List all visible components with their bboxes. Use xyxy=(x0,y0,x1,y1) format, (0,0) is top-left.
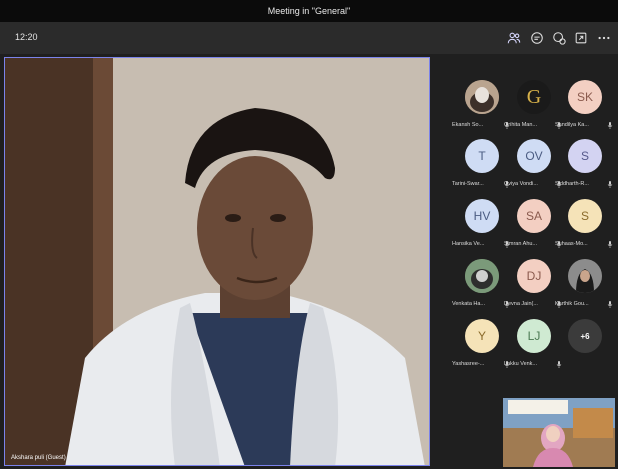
participant-name: Grihita Man... xyxy=(504,122,538,128)
speaker-name-label: Akshara puli (Guest) xyxy=(11,455,66,461)
participant-tile[interactable]: Ekansh So... xyxy=(452,80,512,138)
avatar-initials: T xyxy=(478,149,486,163)
avatar-initials: SA xyxy=(525,209,542,223)
avatar-initials: Y xyxy=(477,329,486,343)
participant-name: Siddharth-R... xyxy=(555,181,589,187)
participant-tile[interactable]: Y Yashasree-... xyxy=(452,319,512,377)
video-feed xyxy=(5,58,429,465)
participant-name: Karthik Gou... xyxy=(555,301,589,307)
participant-name: Oviya Vondi... xyxy=(504,181,538,187)
avatar-initials: LJ xyxy=(527,329,541,343)
participant-name: Ekansh So... xyxy=(452,122,484,128)
participant-name: Venkata Ha... xyxy=(452,301,486,307)
people-icon[interactable] xyxy=(505,29,523,47)
participant-name: Simran Ahu... xyxy=(504,241,538,247)
avatar: G xyxy=(517,80,551,114)
avatar xyxy=(568,259,602,293)
participant-name: Devna Jain(... xyxy=(504,301,538,307)
overflow-tile[interactable]: +6 xyxy=(555,319,615,377)
avatar: LJ xyxy=(517,319,551,353)
participant-name: Hansika Ve... xyxy=(452,241,485,247)
self-view-video xyxy=(503,398,615,467)
participant-name: Sandilya Ka... xyxy=(555,122,589,128)
participant-tile[interactable]: Venkata Ha... xyxy=(452,259,512,317)
mic-muted-icon xyxy=(607,181,613,188)
participant-tile[interactable]: T Tarini-Swar... xyxy=(452,139,512,197)
more-icon[interactable] xyxy=(595,29,613,47)
avatar-initials: SK xyxy=(576,90,593,104)
window-title: Meeting in "General" xyxy=(267,6,351,16)
more-participants-button[interactable]: +6 xyxy=(568,319,602,353)
avatar-initials: DJ xyxy=(526,269,542,283)
participant-tile[interactable]: S Siddharth-R... xyxy=(555,139,615,197)
avatar-initials: S xyxy=(580,209,589,223)
participant-name: Yashasree-... xyxy=(452,361,485,367)
avatar-initials: G xyxy=(526,85,542,108)
participant-name: Suhaas-Mo... xyxy=(555,241,588,247)
meeting-toolbar: 12:20 xyxy=(0,22,618,54)
avatar xyxy=(465,259,499,293)
avatar: SK xyxy=(568,80,602,114)
avatar: DJ xyxy=(517,259,551,293)
avatar-initials: HV xyxy=(473,209,491,223)
participant-name: Lakku Venk... xyxy=(504,361,538,367)
participant-tile[interactable]: S Suhaas-Mo... xyxy=(555,199,615,257)
share-icon[interactable] xyxy=(572,29,590,47)
mic-muted-icon xyxy=(607,301,613,308)
avatar-initials: S xyxy=(580,149,589,163)
self-view-feed xyxy=(503,398,615,467)
avatar: Y xyxy=(465,319,499,353)
avatar: OV xyxy=(517,139,551,173)
main-video: Akshara puli (Guest) xyxy=(4,57,430,466)
participant-tile[interactable]: Karthik Gou... xyxy=(555,259,615,317)
avatar: S xyxy=(568,199,602,233)
mic-muted-icon xyxy=(607,122,613,129)
avatar xyxy=(465,80,499,114)
meeting-timer: 12:20 xyxy=(15,32,38,42)
avatar: HV xyxy=(465,199,499,233)
participant-tile[interactable]: SK Sandilya Ka... xyxy=(555,80,615,138)
avatar: S xyxy=(568,139,602,173)
avatar: SA xyxy=(517,199,551,233)
participant-name: Tarini-Swar... xyxy=(452,181,484,187)
participant-tile[interactable]: HV Hansika Ve... xyxy=(452,199,512,257)
avatar-initials: OV xyxy=(525,149,543,163)
avatar: T xyxy=(465,139,499,173)
title-bar: Meeting in "General" xyxy=(0,0,618,22)
chat-icon[interactable] xyxy=(528,29,546,47)
mic-muted-icon xyxy=(607,241,613,248)
reactions-icon[interactable] xyxy=(550,29,568,47)
